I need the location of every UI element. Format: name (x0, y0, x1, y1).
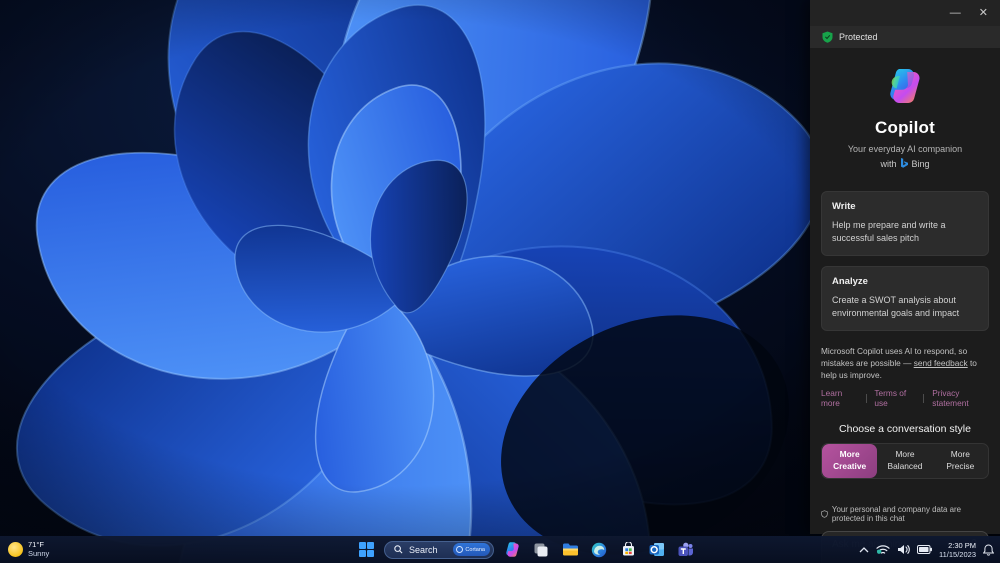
conversation-style-title: Choose a conversation style (839, 423, 971, 436)
with-label: with (880, 158, 897, 169)
data-protection-text: Your personal and company data are prote… (831, 504, 962, 523)
with-bing-row: with Bing (880, 158, 930, 169)
divider (923, 393, 925, 403)
taskbar-app-file-explorer[interactable] (559, 539, 581, 561)
style-line1: More (839, 449, 860, 460)
suggestion-card-write[interactable]: Write Help me prepare and write a succes… (821, 191, 989, 257)
copilot-titlebar: — ✕ (810, 0, 1000, 26)
copilot-icon (505, 542, 519, 557)
taskbar-app-microsoft-store[interactable] (617, 539, 639, 561)
suggestion-body: Help me prepare and write a successful s… (832, 220, 946, 244)
search-icon (394, 545, 403, 554)
style-more-precise-button[interactable]: More Precise (933, 444, 988, 478)
file-explorer-icon (562, 543, 578, 556)
shield-outline-icon (821, 510, 828, 518)
windows-logo-icon (358, 542, 374, 557)
search-label: Search (409, 544, 438, 555)
suggestion-title: Write (832, 201, 856, 212)
outlook-icon (649, 543, 664, 556)
taskbar-app-teams[interactable] (675, 539, 697, 561)
style-line1: More (950, 449, 970, 460)
protected-label: Protected (839, 32, 878, 42)
weather-condition: Sunny (28, 548, 50, 558)
notifications-bell-icon[interactable] (983, 543, 994, 556)
taskbar-app-copilot[interactable] (501, 539, 523, 561)
send-feedback-link[interactable]: send feedback (914, 358, 968, 368)
privacy-statement-link[interactable]: Privacy statement (932, 388, 989, 408)
taskbar-app-task-view[interactable] (530, 539, 552, 561)
system-tray: 2:30 PM 11/15/2023 (859, 536, 994, 563)
clock-time: 2:30 PM (948, 540, 976, 550)
task-view-icon (534, 543, 548, 556)
tray-chevron-up-icon[interactable] (859, 546, 869, 553)
copilot-logo-icon (890, 69, 920, 104)
copilot-title: Copilot (875, 118, 935, 137)
style-line2: Precise (946, 460, 975, 471)
conversation-style-group: More Creative More Balanced More Precise (821, 443, 989, 479)
volume-icon[interactable] (897, 544, 910, 555)
desktop-screen: — ✕ Protected Copilot Your everyday AI c… (0, 0, 1000, 563)
legal-links: Learn more Terms of use Privacy statemen… (821, 388, 989, 408)
bing-label: Bing (911, 158, 930, 169)
edge-icon (591, 542, 607, 557)
style-more-creative-button[interactable]: More Creative (822, 444, 878, 478)
start-button[interactable] (355, 539, 377, 561)
close-icon[interactable]: ✕ (979, 7, 988, 19)
data-protection-note: Your personal and company data are prote… (821, 505, 989, 523)
learn-more-link[interactable]: Learn more (821, 388, 858, 408)
style-more-balanced-button[interactable]: More Balanced (877, 444, 932, 478)
copilot-sidebar: — ✕ Protected Copilot Your everyday AI c… (810, 0, 1000, 563)
search-box[interactable]: Search Cortana (384, 540, 494, 559)
teams-icon (678, 542, 693, 556)
search-highlight-badge[interactable]: Cortana (453, 543, 490, 556)
protected-badge: Protected (810, 26, 1000, 48)
suggestion-card-analyze[interactable]: Analyze Create a SWOT analysis about env… (821, 266, 989, 332)
divider (865, 393, 867, 403)
suggestion-title: Analyze (832, 276, 868, 288)
style-line1: More (895, 449, 915, 460)
bing-icon (900, 158, 908, 168)
taskbar-center: Search Cortana (355, 536, 697, 563)
badge-label: Cortana (465, 546, 485, 553)
battery-icon[interactable] (917, 545, 933, 554)
minimize-icon[interactable]: — (950, 7, 961, 19)
badge-icon (456, 546, 464, 553)
clock-date: 11/15/2023 (939, 549, 976, 559)
taskbar-clock[interactable]: 2:30 PM 11/15/2023 (939, 541, 976, 559)
copilot-hero: Copilot Your everyday AI companion with … (810, 48, 1000, 169)
style-line2: Creative (833, 460, 867, 471)
style-line2: Balanced (887, 460, 923, 471)
widgets-weather-button[interactable]: 71°F Sunny (8, 536, 49, 563)
ai-disclaimer: Microsoft Copilot uses AI to respond, so… (821, 345, 989, 381)
suggestion-body: Create a SWOT analysis about environment… (832, 295, 960, 319)
copilot-tagline: Your everyday AI companion (847, 144, 963, 154)
network-wifi-icon[interactable] (876, 544, 890, 556)
taskbar-app-edge[interactable] (588, 539, 610, 561)
sun-icon (8, 542, 23, 557)
terms-of-use-link[interactable]: Terms of use (874, 388, 915, 408)
taskbar: 71°F Sunny Search Cortana 2:30 PM 11/15/… (0, 536, 1000, 563)
microsoft-store-icon (622, 542, 634, 556)
shield-icon (822, 31, 833, 43)
taskbar-app-outlook[interactable] (646, 539, 668, 561)
